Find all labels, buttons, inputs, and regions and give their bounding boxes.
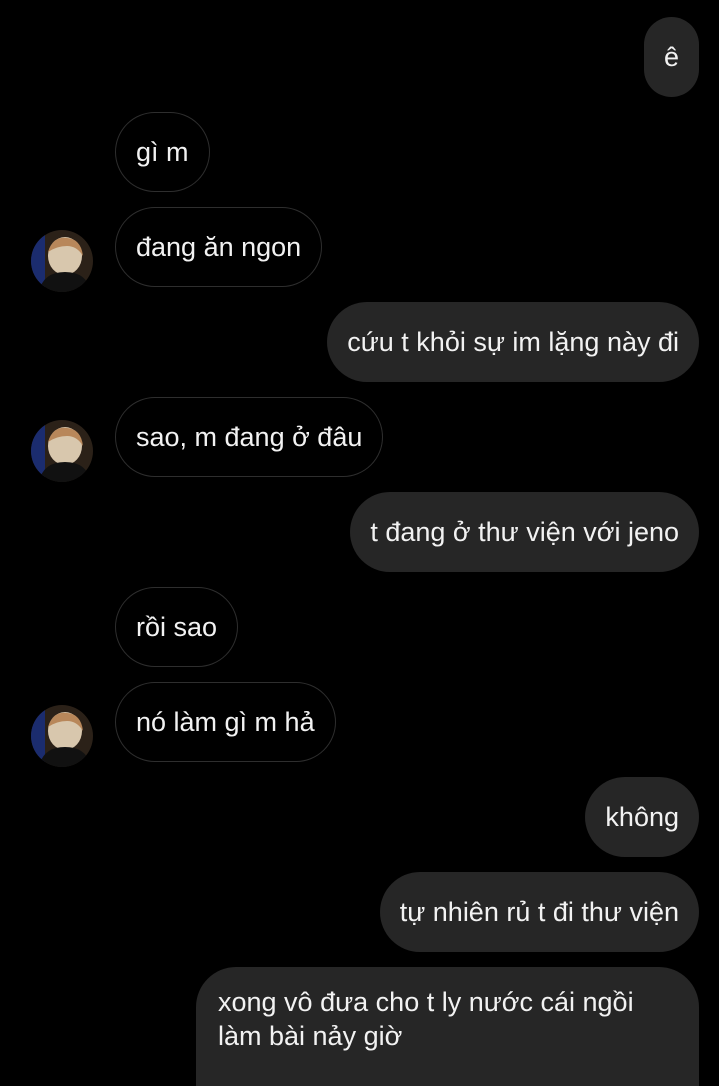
- message-text: tự nhiên rủ t đi thư viện: [399, 897, 679, 927]
- avatar-photo-icon: [31, 230, 93, 292]
- message-text-line: làm bài nảy giờ: [218, 1021, 403, 1051]
- contact-avatar[interactable]: [31, 705, 93, 767]
- avatar-photo-icon: [31, 705, 93, 767]
- outgoing-message-bubble[interactable]: tự nhiên rủ t đi thư viện: [379, 872, 699, 952]
- incoming-message-bubble[interactable]: gì m: [115, 112, 210, 192]
- incoming-message-bubble[interactable]: rồi sao: [115, 587, 239, 667]
- message-text: nó làm gì m hả: [136, 707, 315, 737]
- outgoing-message-bubble[interactable]: không: [585, 777, 699, 857]
- outgoing-message-bubble[interactable]: cứu t khỏi sự im lặng này đi: [327, 302, 699, 382]
- message-text: gì m: [136, 137, 189, 167]
- message-text: đang ăn ngon: [136, 232, 302, 262]
- message-text: không: [605, 802, 679, 832]
- message-text: sao, m đang ở đâu: [136, 422, 363, 452]
- contact-avatar[interactable]: [31, 230, 93, 292]
- message-text: rồi sao: [136, 612, 218, 642]
- chat-thread: ê gì m đang ăn ngon cứu t khỏi sự im lặn…: [0, 0, 719, 1086]
- outgoing-message-bubble[interactable]: xong vô đưa cho t ly nước cái ngồi làm b…: [196, 967, 699, 1086]
- outgoing-message-bubble[interactable]: t đang ở thư viện với jeno: [350, 492, 699, 572]
- message-text: ê: [663, 42, 679, 72]
- avatar-photo-icon: [31, 420, 93, 482]
- outgoing-message-bubble[interactable]: ê: [643, 17, 699, 97]
- incoming-message-bubble[interactable]: nó làm gì m hả: [115, 682, 336, 762]
- message-text: cứu t khỏi sự im lặng này đi: [347, 327, 679, 357]
- incoming-message-bubble[interactable]: đang ăn ngon: [115, 207, 323, 287]
- message-text: t đang ở thư viện với jeno: [370, 517, 679, 547]
- message-text-line: xong vô đưa cho t ly nước cái ngồi: [218, 987, 634, 1017]
- contact-avatar[interactable]: [31, 420, 93, 482]
- incoming-message-bubble[interactable]: sao, m đang ở đâu: [115, 397, 384, 477]
